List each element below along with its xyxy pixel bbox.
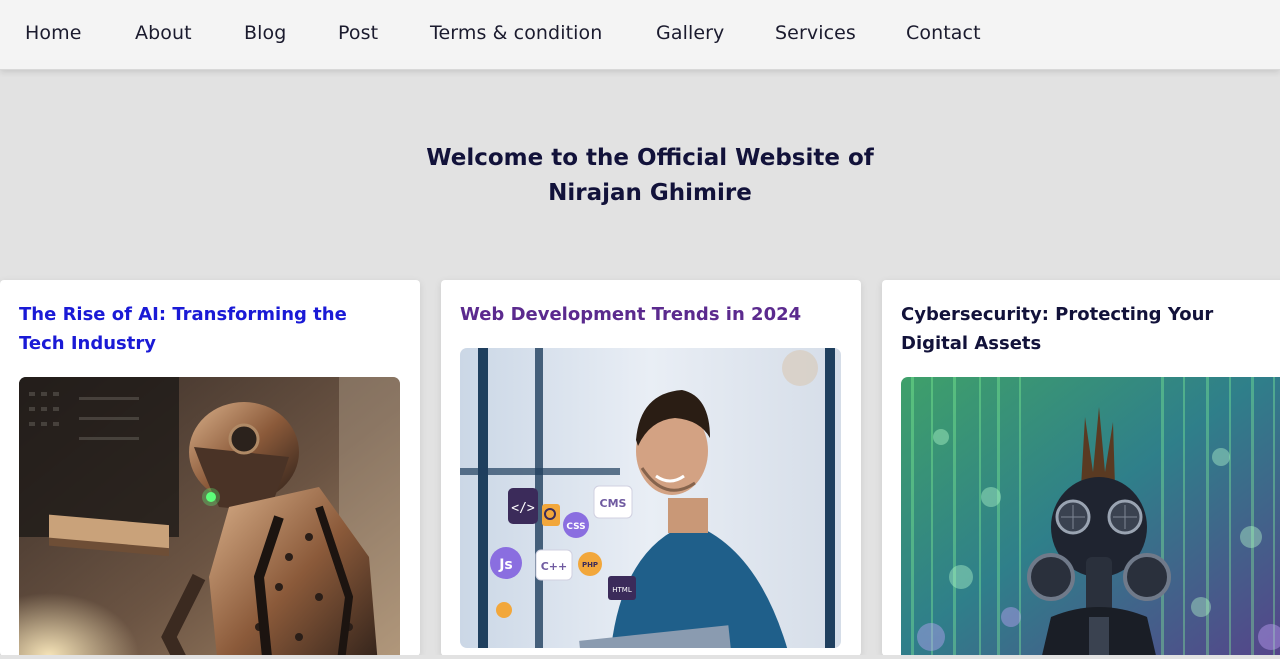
bottom-divider (0, 655, 1280, 659)
robot-illustration (19, 377, 400, 656)
js-icon-label: Js (498, 557, 513, 573)
nav-gallery[interactable]: Gallery (656, 22, 724, 44)
nav-contact[interactable]: Contact (906, 22, 981, 44)
hero-title: Welcome to the Official Website of Niraj… (0, 141, 1280, 211)
nav-services[interactable]: Services (775, 22, 856, 44)
nav-terms[interactable]: Terms & condition (430, 22, 602, 44)
hero-title-line2: Nirajan Ghimire (548, 180, 752, 206)
blog-card-cyber[interactable]: Cybersecurity: Protecting Your Digital A… (882, 280, 1280, 656)
developer-image[interactable]: </> CSS CMS Js C++ PHP HTML (460, 348, 841, 648)
nav-post[interactable]: Post (338, 22, 378, 44)
code-icon-label: </> (511, 501, 535, 516)
blog-card-webdev[interactable]: Web Development Trends in 2024 </> CSS C… (441, 280, 861, 656)
blog-card-ai[interactable]: The Rise of AI: Transforming the Tech In… (0, 280, 420, 656)
card-title-ai[interactable]: The Rise of AI: Transforming the Tech In… (19, 300, 389, 358)
cms-icon-label: CMS (600, 497, 627, 510)
cyber-illustration (901, 377, 1280, 656)
php-icon-label: PHP (582, 561, 598, 569)
hero-title-line1: Welcome to the Official Website of (426, 145, 874, 171)
blog-cards-row: The Rise of AI: Transforming the Tech In… (0, 280, 1280, 659)
css-icon-label: CSS (566, 522, 585, 532)
nav-blog[interactable]: Blog (244, 22, 286, 44)
code-badge: </> (508, 488, 538, 524)
card-title-webdev[interactable]: Web Development Trends in 2024 (460, 300, 830, 329)
card-title-cyber[interactable]: Cybersecurity: Protecting Your Digital A… (901, 300, 1271, 358)
top-navbar: Home About Blog Post Terms & condition G… (0, 0, 1280, 70)
gas-mask-image[interactable] (901, 377, 1280, 656)
nav-home[interactable]: Home (25, 22, 82, 44)
html-icon-label: HTML (612, 586, 632, 594)
robot-image[interactable] (19, 377, 400, 656)
nav-about[interactable]: About (135, 22, 192, 44)
cpp-icon-label: C++ (541, 560, 568, 573)
developer-illustration: </> CSS CMS Js C++ PHP HTML (460, 348, 841, 648)
